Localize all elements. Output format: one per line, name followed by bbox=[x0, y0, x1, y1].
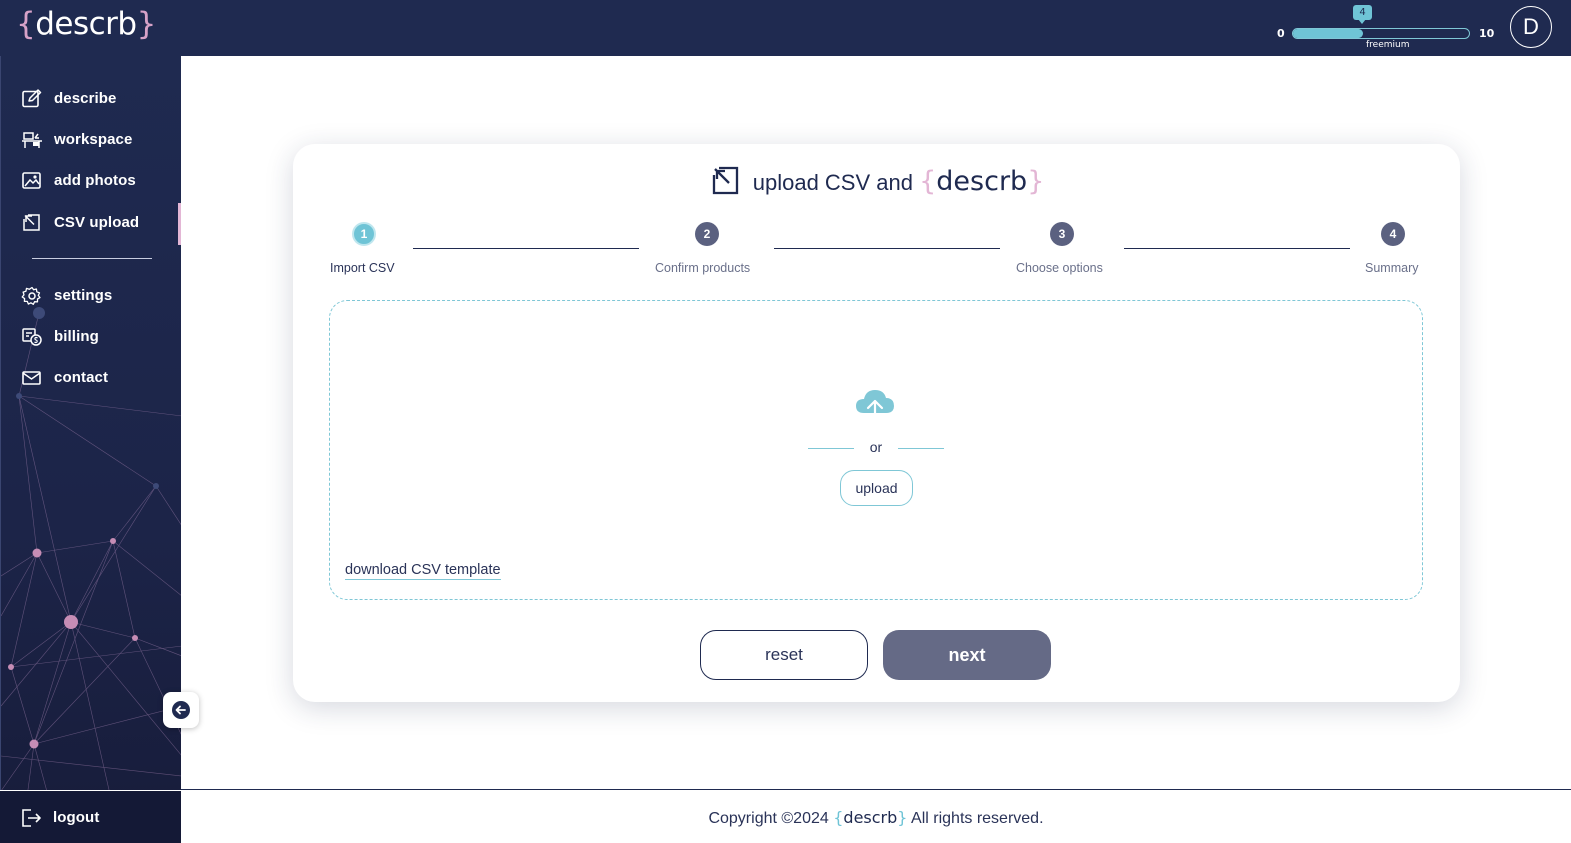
usage-fill bbox=[1293, 29, 1363, 38]
brand-brace-open: { bbox=[919, 166, 937, 197]
brand-text: descrb bbox=[936, 166, 1028, 197]
nav-item-add-photos[interactable]: add photos bbox=[1, 163, 181, 199]
step-4-label: Summary bbox=[1365, 261, 1419, 275]
upload-button[interactable]: upload bbox=[840, 470, 913, 506]
step-3-indicator[interactable]: 3 bbox=[1050, 222, 1074, 246]
usage-current-badge: 4 bbox=[1353, 5, 1372, 24]
nav-item-label: describe bbox=[54, 90, 117, 107]
nav-item-contact[interactable]: contact bbox=[1, 360, 181, 396]
logout-icon bbox=[22, 809, 41, 827]
usage-track bbox=[1292, 28, 1470, 39]
nav-item-label: workspace bbox=[54, 131, 133, 148]
arrow-box-icon bbox=[712, 167, 738, 195]
or-line-right bbox=[898, 448, 944, 449]
footer-brand: {descrb} bbox=[833, 808, 907, 827]
step-2-label: Confirm products bbox=[655, 261, 751, 275]
nav-item-describe[interactable]: describe bbox=[1, 81, 181, 117]
nav-item-label: billing bbox=[54, 328, 99, 345]
usage-plan-label: freemium bbox=[1366, 40, 1410, 50]
collapse-arrow-icon bbox=[172, 701, 190, 719]
or-divider: or bbox=[808, 439, 944, 459]
nav-item-billing[interactable]: billing bbox=[1, 319, 181, 355]
nav-item-workspace[interactable]: workspace bbox=[1, 122, 181, 158]
nav-item-label: add photos bbox=[54, 172, 136, 189]
sidebar: describe workspace add photos CSV upload… bbox=[0, 56, 181, 843]
step-4-indicator[interactable]: 4 bbox=[1381, 222, 1405, 246]
workspace-desk-icon bbox=[22, 132, 42, 148]
nav-item-label: CSV upload bbox=[54, 214, 140, 231]
footer-brand-text: descrb bbox=[843, 808, 898, 827]
logout-button[interactable]: logout bbox=[0, 800, 181, 836]
footer-divider bbox=[181, 789, 1571, 790]
user-avatar[interactable]: D bbox=[1510, 6, 1552, 48]
nav-item-label: contact bbox=[54, 369, 109, 386]
cloud-upload-icon bbox=[856, 390, 894, 423]
logout-label: logout bbox=[53, 809, 100, 826]
logo-brace-close: } bbox=[136, 6, 157, 42]
reset-button[interactable]: reset bbox=[700, 630, 868, 680]
top-bar: {descrb} 0 4 10 freemium D bbox=[0, 0, 1571, 56]
usage-meter: 0 4 10 freemium bbox=[1272, 0, 1502, 56]
card-title: upload CSV and {descrb} bbox=[293, 166, 1460, 200]
footer-brace-close: } bbox=[897, 808, 908, 827]
sidebar-divider bbox=[32, 258, 152, 259]
logo-text: descrb bbox=[35, 6, 137, 42]
arrow-box-icon bbox=[23, 214, 40, 231]
csv-dropzone[interactable]: or upload download CSV template bbox=[329, 300, 1423, 600]
step-1-label: Import CSV bbox=[330, 261, 395, 275]
sidebar-collapse-button[interactable] bbox=[163, 692, 199, 728]
or-text: or bbox=[869, 439, 883, 455]
nav-item-settings[interactable]: settings bbox=[1, 278, 181, 314]
nav-item-csv-upload[interactable]: CSV upload bbox=[1, 203, 181, 245]
step-2-indicator[interactable]: 2 bbox=[695, 222, 719, 246]
footer-copyright: Copyright ©2024 bbox=[708, 810, 829, 827]
step-connector bbox=[413, 248, 639, 249]
edit-square-icon bbox=[22, 89, 42, 108]
next-button[interactable]: next bbox=[883, 630, 1051, 680]
logo-brace-open: { bbox=[16, 6, 36, 42]
card-title-brand: {descrb} bbox=[919, 166, 1044, 197]
download-csv-template-link[interactable]: download CSV template bbox=[345, 562, 501, 580]
image-icon bbox=[22, 172, 41, 189]
app-logo[interactable]: {descrb} bbox=[16, 6, 156, 42]
csv-upload-card: upload CSV and {descrb} 1 Import CSV 2 C… bbox=[293, 144, 1460, 702]
step-3-label: Choose options bbox=[1016, 261, 1103, 275]
card-title-text: upload CSV and bbox=[752, 170, 913, 195]
footer: Copyright ©2024 {descrb} All rights rese… bbox=[181, 808, 1571, 828]
step-connector bbox=[1124, 248, 1350, 249]
usage-min: 0 bbox=[1277, 27, 1285, 40]
usage-max: 10 bbox=[1479, 27, 1495, 40]
step-1-indicator[interactable]: 1 bbox=[352, 222, 376, 246]
gear-icon bbox=[21, 286, 41, 305]
nav-item-label: settings bbox=[54, 287, 113, 304]
step-connector bbox=[774, 248, 1000, 249]
envelope-icon bbox=[22, 371, 41, 385]
footer-brace-open: { bbox=[833, 808, 844, 827]
brand-brace-close: } bbox=[1027, 166, 1045, 197]
logout-section: logout bbox=[0, 790, 181, 843]
footer-rights: All rights reserved. bbox=[911, 810, 1044, 827]
billing-icon bbox=[22, 328, 42, 346]
